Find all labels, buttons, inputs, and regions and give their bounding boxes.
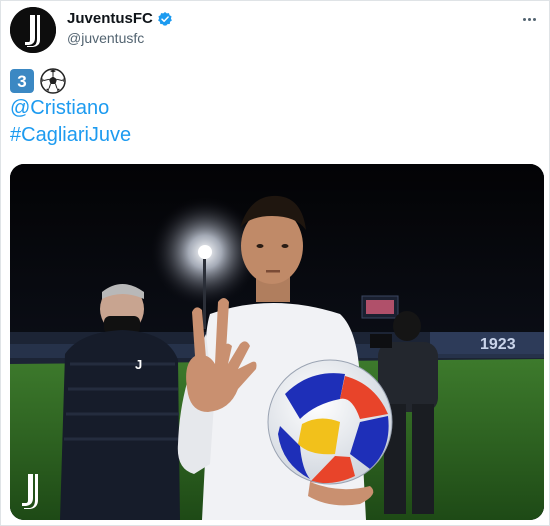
avatar-j-logo-icon [10,7,56,53]
more-options-button[interactable] [519,9,539,29]
tweet-photo[interactable]: 1923 J [10,164,544,520]
profile-avatar[interactable] [10,7,56,53]
more-dot-icon [522,17,526,21]
keycap-number-icon: 3 [10,69,34,93]
photo-illustration: 1923 J [10,164,544,520]
stadium-banner-text: 1923 [480,336,516,353]
verified-badge-icon [157,11,172,26]
more-dot-icon [527,17,531,21]
emoji-row: 3 [10,67,131,95]
author-name-row[interactable]: JuventusFC [67,10,173,27]
soccer-ball-icon [40,68,66,94]
tweet-card: JuventusFC @juventusfc 3 @Cristiano #Cag… [0,0,550,526]
hashtag-link[interactable]: #CagliariJuve [10,122,131,149]
display-name[interactable]: JuventusFC [67,10,153,27]
author-handle[interactable]: @juventusfc [67,30,144,46]
svg-text:J: J [135,357,142,372]
mention-link[interactable]: @Cristiano [10,95,131,122]
tweet-text: 3 @Cristiano #CagliariJuve [10,67,131,149]
more-dot-icon [532,17,536,21]
